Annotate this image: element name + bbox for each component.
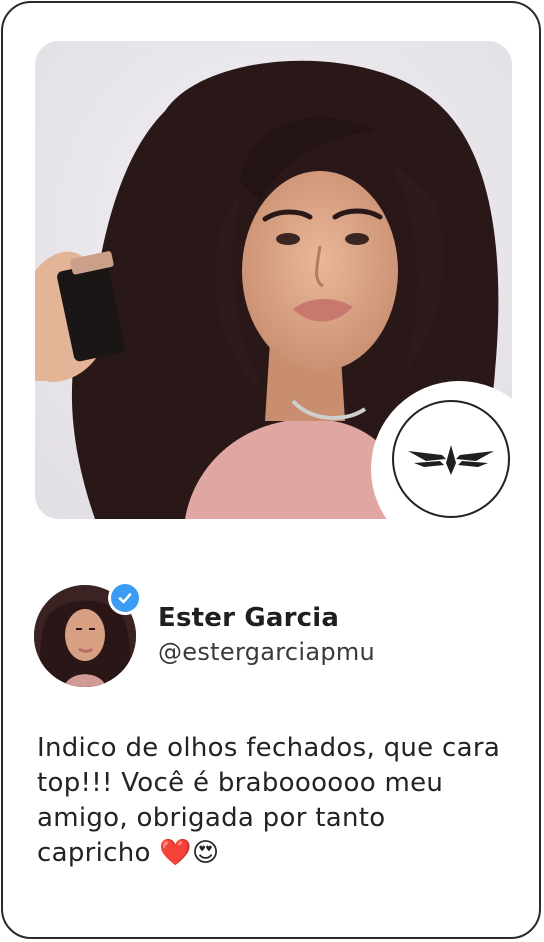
author-handle[interactable]: @estergarciapmu [158, 638, 375, 666]
bird-wings-logo-icon [408, 445, 494, 475]
author-avatar-wrap [34, 581, 142, 689]
testimonial-quote: Indico de olhos fechados, que cara top!!… [37, 733, 501, 868]
author-name: Ester Garcia [158, 603, 340, 633]
verified-check-icon [111, 584, 139, 612]
verified-badge [108, 581, 142, 615]
brand-logo-badge [392, 400, 510, 518]
testimonial-card: Ester Garcia @estergarciapmu Indico de o… [1, 1, 541, 939]
